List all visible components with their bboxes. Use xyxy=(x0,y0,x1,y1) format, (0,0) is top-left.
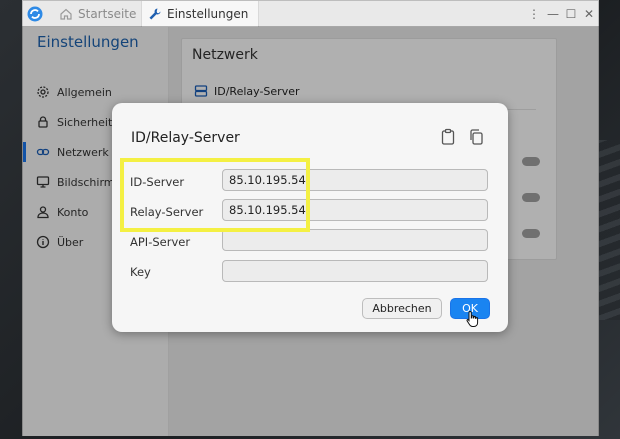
api-server-label: API-Server xyxy=(130,235,191,249)
maximize-button[interactable]: ☐ xyxy=(563,6,579,22)
api-server-input[interactable] xyxy=(222,229,488,251)
clipboard-icon[interactable] xyxy=(439,128,457,146)
key-input[interactable] xyxy=(222,260,488,282)
key-label: Key xyxy=(130,265,151,279)
hand-cursor-icon xyxy=(466,310,479,327)
cancel-button[interactable]: Abbrechen xyxy=(362,298,442,319)
menu-button[interactable]: ⋮ xyxy=(526,6,542,22)
tab-label: Startseite xyxy=(78,7,137,21)
title-bar: Startseite Einstellungen ⋮ — ☐ ✕ xyxy=(23,1,598,28)
tab-startseite[interactable]: Startseite xyxy=(53,1,141,27)
annotation-highlight-box xyxy=(120,158,310,232)
copy-icon[interactable] xyxy=(467,128,485,146)
close-button[interactable]: ✕ xyxy=(581,6,597,22)
tab-label: Einstellungen xyxy=(167,7,249,21)
home-icon xyxy=(60,8,72,20)
tab-einstellungen[interactable]: Einstellungen xyxy=(141,1,259,27)
wrench-icon xyxy=(149,8,161,20)
dialog-title: ID/Relay-Server xyxy=(131,130,240,146)
app-logo-icon xyxy=(27,6,43,22)
minimize-button[interactable]: — xyxy=(545,6,561,22)
